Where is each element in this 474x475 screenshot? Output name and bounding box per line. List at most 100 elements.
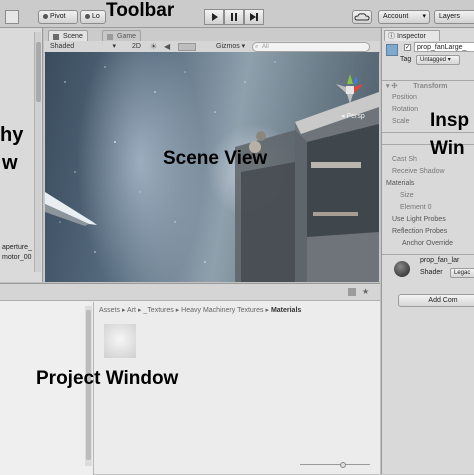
local-label: Lo [92,13,100,20]
material-asset-thumbnail[interactable] [104,324,136,358]
play-icon [212,13,218,21]
transform-header[interactable]: ▾ ✣ Transform [382,80,474,92]
scene-gizmo[interactable] [332,72,368,108]
scene-search-input[interactable]: ⌕ All [252,42,370,52]
tab-game-label: Game [117,33,137,40]
project-header: ★ [0,284,380,301]
chevron-down-icon: ▾ [422,13,426,20]
shading-label: Shaded [50,43,75,50]
pivot-icon [43,13,48,19]
toolbar: Pivot Lo Account ▾ Layers [0,0,474,28]
zoom-slider-track [300,464,370,465]
zoom-slider[interactable] [300,462,370,468]
cast-shadows-label: Cast Sh [392,156,417,163]
add-component-button[interactable]: Add Com [398,294,474,307]
breadcrumb-item[interactable]: Art [127,307,136,314]
receive-shadows-label: Receive Shadow [392,168,445,175]
2d-toggle[interactable]: 2D [132,42,146,52]
shader-dropdown[interactable]: Legac [450,268,474,278]
shader-label: Shader [420,269,443,276]
material-name: prop_fan_lar [420,257,460,264]
hierarchy-item[interactable]: motor_00 [2,254,32,261]
pivot-label: Pivot [50,13,66,20]
material-section: prop_fan_lar Shader Legac [382,254,474,284]
step-icon [250,13,258,21]
size-label: Size [400,192,414,199]
reflection-probes-label: Reflection Probes [392,228,448,235]
play-button[interactable] [204,9,224,25]
pivot-button[interactable]: Pivot [38,10,78,24]
scene-overlay-label: Scene View [163,148,268,169]
inspector-tab-label: Inspector [397,33,426,40]
shading-dropdown[interactable]: Shaded ▾ [50,42,120,52]
scene-tab-icon [53,34,59,40]
shader-value: Legac [454,270,471,276]
inspector-window: ⓘ Inspector ✓ prop_fanLarge_ Tag Untagge… [381,28,474,474]
tag-value: Untagged [420,57,447,63]
pause-button[interactable] [224,9,244,25]
persp-label: ◂ Persp [341,112,365,120]
use-light-probes-label: Use Light Probes [392,216,446,223]
breadcrumb-item[interactable]: Materials [271,307,301,314]
object-name-field[interactable]: prop_fanLarge_ [414,42,474,52]
audio-toggle-icon[interactable]: ◀ [164,42,176,52]
anchor-override-label: Anchor Override [402,240,453,247]
star-icon[interactable]: ★ [362,287,369,296]
cloud-icon [354,13,370,21]
hierarchy-overlay-label-line2: w [2,152,18,174]
tag-dropdown[interactable]: Untagged ▾ [416,55,460,65]
add-component-label: Add Com [428,297,458,304]
foldout-icon: ▾ [386,83,390,90]
step-button[interactable] [244,9,264,25]
cloud-button[interactable] [352,10,372,24]
filter-icon[interactable] [348,288,356,296]
scale-label: Scale [392,118,410,125]
account-dropdown[interactable]: Account ▾ [378,10,430,24]
account-label: Account [383,13,409,20]
pause-icon [231,13,237,21]
rotation-label: Rotation [392,106,419,113]
object-active-checkbox[interactable]: ✓ [404,44,411,51]
transform-icon: ✣ [391,83,398,90]
breadcrumb-item[interactable]: _Textures [143,307,173,314]
project-overlay-label: Project Window [36,368,179,389]
search-icon: ⌕ [255,44,259,50]
gizmos-dropdown[interactable]: Gizmos ▾ [216,42,248,52]
persp-icon: ◂ [341,113,345,120]
persp-text: Persp [346,113,365,120]
position-label: Position [392,94,417,101]
tag-label: Tag [400,56,412,63]
layers-label: Layers [439,13,461,20]
zoom-slider-handle[interactable] [340,462,346,468]
hierarchy-overlay-label-line1: hy [0,124,24,146]
breadcrumb: Assets ▸ Art ▸ _Textures ▸ Heavy Machine… [99,307,302,314]
tab-scene-label: Scene [63,33,83,40]
breadcrumb-item[interactable]: Heavy Machinery Textures [181,307,263,314]
layers-dropdown[interactable]: Layers [434,10,474,24]
object-name-text: prop_fanLarge_ [417,44,467,51]
hierarchy-item[interactable]: aperture_ [2,244,32,251]
inspector-overlay-label-line1: Insp [430,110,470,131]
inspector-overlay-label-line2: Win [430,138,465,159]
chevron-down-icon: ▾ [446,57,451,63]
gizmos-label: Gizmos [216,43,240,50]
move-tool-icon[interactable] [5,10,19,24]
breadcrumb-item[interactable]: Assets [99,307,120,314]
scene-search-placeholder: All [262,44,269,50]
chevron-down-icon: ▾ [239,43,246,50]
hierarchy-scroll-thumb[interactable] [36,42,41,102]
lighting-toggle-icon[interactable]: ☀ [150,42,162,52]
chevron-down-icon: ▾ [112,43,116,50]
object-cube-icon [386,44,398,56]
materials-label: Materials [386,180,415,187]
local-button[interactable]: Lo [80,10,106,24]
effects-dropdown[interactable] [178,43,196,51]
material-sphere-icon [394,261,410,277]
game-tab-icon [107,34,113,40]
hierarchy-scrollbar[interactable] [34,32,41,272]
local-icon [85,13,90,19]
element0-label: Element 0 [400,204,432,211]
transform-label: Transform [413,83,448,90]
tab-inspector[interactable]: ⓘ Inspector [384,30,440,41]
info-icon: ⓘ [388,33,395,40]
